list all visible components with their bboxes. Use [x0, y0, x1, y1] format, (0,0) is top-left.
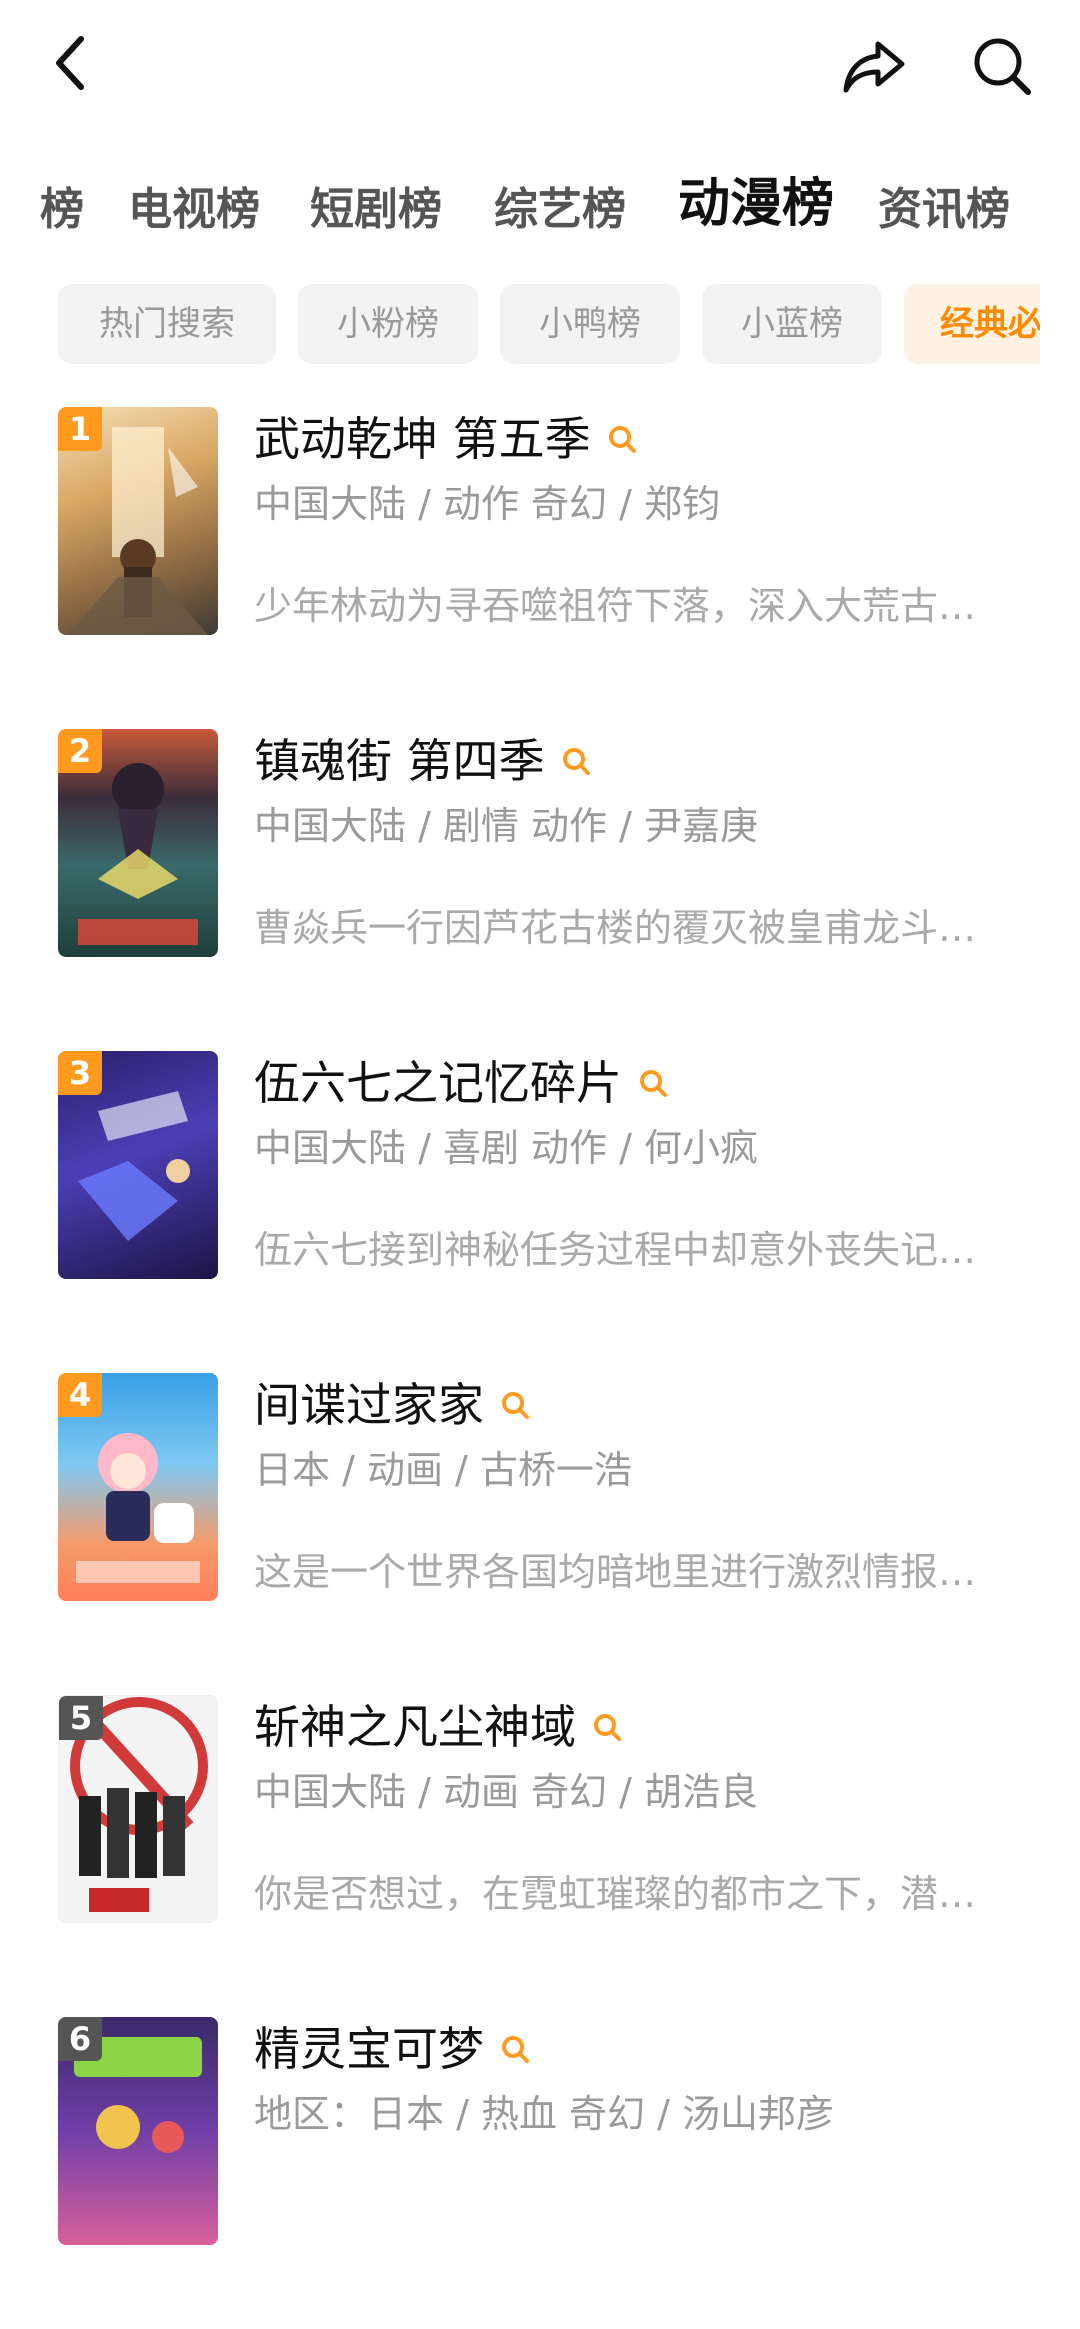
search-icon: [974, 38, 1031, 95]
tab-anime[interactable]: 动漫榜: [678, 174, 834, 234]
poster-image[interactable]: 2: [58, 729, 218, 957]
item-title[interactable]: 间谍过家家: [254, 1375, 530, 1435]
item-title[interactable]: 镇魂街 第四季: [254, 731, 591, 791]
list-item[interactable]: 4 间谍过家家 日本 / 动画 / 古桥一浩 这是一个世界各国均暗地里进行激烈情…: [0, 1361, 1080, 1685]
item-meta: 中国大陆 / 剧情 动作 / 尹嘉庚: [254, 804, 759, 848]
share-button[interactable]: [836, 28, 912, 104]
poster-image[interactable]: 3: [58, 1051, 218, 1279]
chip-hot-search[interactable]: 热门搜索: [58, 284, 276, 364]
item-description: 你是否想过，在霓虹璀璨的都市之下，潜…: [254, 1872, 977, 1916]
item-meta: 中国大陆 / 喜剧 动作 / 何小疯: [254, 1126, 759, 1170]
search-icon[interactable]: [638, 1068, 668, 1098]
rank-badge: 6: [58, 2017, 102, 2061]
item-title[interactable]: 伍六七之记忆碎片: [254, 1053, 668, 1113]
rank-badge: 3: [58, 1051, 102, 1095]
back-button[interactable]: [36, 28, 106, 98]
list-item[interactable]: 3 伍六七之记忆碎片 中国大陆 / 喜剧 动作 / 何小疯 伍六七接到神秘任务过…: [0, 1039, 1080, 1363]
poster-image[interactable]: 5: [58, 1695, 218, 1923]
list-item[interactable]: 6 精灵宝可梦 地区：日本 / 热血 奇幻 / 汤山邦彦: [0, 2005, 1080, 2329]
chevron-left-icon: [56, 36, 84, 90]
item-description: 伍六七接到神秘任务过程中却意外丧失记…: [254, 1228, 977, 1272]
search-icon[interactable]: [607, 424, 637, 454]
poster-image[interactable]: 4: [58, 1373, 218, 1601]
item-description: 曹焱兵一行因芦花古楼的覆灭被皇甫龙斗…: [254, 906, 977, 950]
search-icon[interactable]: [500, 2034, 530, 2064]
tab-short-drama[interactable]: 短剧榜: [310, 180, 442, 240]
item-meta: 中国大陆 / 动画 奇幻 / 胡浩良: [254, 1770, 759, 1814]
rank-badge: 5: [59, 1696, 103, 1740]
sub-ranking-chips: 热门搜索 小粉榜 小鸭榜 小蓝榜 经典必: [0, 284, 1040, 364]
tab-tv[interactable]: 电视榜: [128, 180, 260, 240]
item-title[interactable]: 斩神之凡尘神域: [254, 1697, 622, 1757]
item-title[interactable]: 精灵宝可梦: [254, 2019, 530, 2079]
item-meta: 日本 / 动画 / 古桥一浩: [254, 1448, 632, 1492]
list-item[interactable]: 1 武动乾坤 第五季 中国大陆 / 动作 奇幻 / 郑钧 少年林动为寻吞噬祖符下…: [0, 395, 1080, 719]
list-item[interactable]: 5 斩神之凡尘神域 中国大陆 / 动画 奇幻 / 胡浩良 你是否想过，在霓虹璀璨…: [0, 1683, 1080, 2007]
category-tabs: 榜 电视榜 短剧榜 综艺榜 动漫榜 资讯榜: [0, 160, 1080, 260]
item-meta: 地区：日本 / 热血 奇幻 / 汤山邦彦: [254, 2092, 835, 2136]
rank-badge: 4: [58, 1373, 102, 1417]
tab-news[interactable]: 资讯榜: [878, 180, 1010, 240]
item-meta: 中国大陆 / 动作 奇幻 / 郑钧: [254, 482, 721, 526]
rank-badge: 1: [58, 407, 102, 451]
search-icon[interactable]: [592, 1712, 622, 1742]
chip-classic[interactable]: 经典必: [904, 284, 1040, 364]
chip-blue[interactable]: 小蓝榜: [702, 284, 882, 364]
chip-duck[interactable]: 小鸭榜: [500, 284, 680, 364]
tab-partial[interactable]: 榜: [40, 180, 84, 240]
item-description: 少年林动为寻吞噬祖符下落，深入大荒古…: [254, 584, 977, 628]
share-arrow-icon: [843, 41, 905, 93]
item-title[interactable]: 武动乾坤 第五季: [254, 409, 637, 469]
top-bar: [0, 0, 1080, 140]
poster-image[interactable]: 6: [58, 2017, 218, 2245]
list-item[interactable]: 2 镇魂街 第四季 中国大陆 / 剧情 动作 / 尹嘉庚 曹焱兵一行因芦花古楼的…: [0, 717, 1080, 1041]
search-icon[interactable]: [561, 746, 591, 776]
chip-pink[interactable]: 小粉榜: [298, 284, 478, 364]
poster-image[interactable]: 1: [58, 407, 218, 635]
search-button[interactable]: [964, 28, 1040, 104]
search-icon[interactable]: [500, 1390, 530, 1420]
rank-badge: 2: [58, 729, 102, 773]
tab-variety[interactable]: 综艺榜: [494, 180, 626, 240]
item-description: 这是一个世界各国均暗地里进行激烈情报…: [254, 1550, 977, 1594]
